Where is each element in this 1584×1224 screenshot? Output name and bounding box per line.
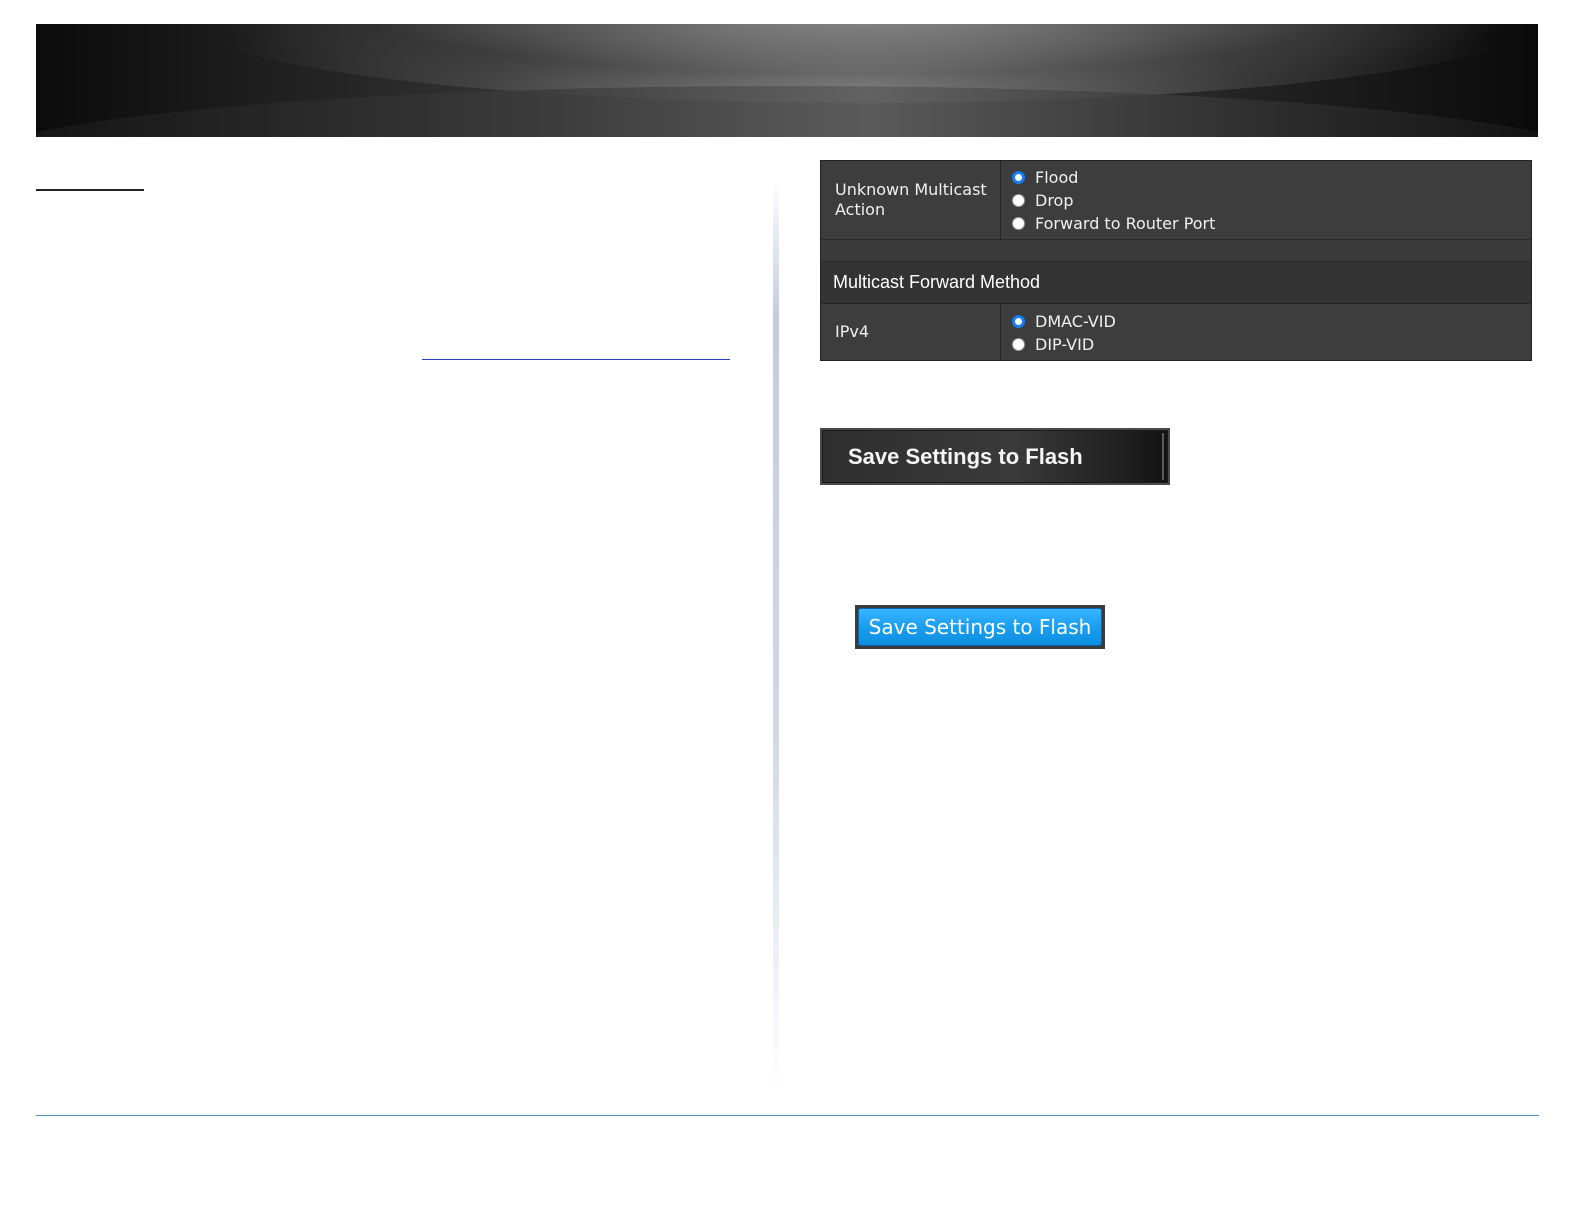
multicast-settings-panel: Unknown Multicast Action Flood Drop Forw…	[820, 160, 1532, 361]
radio-forward-to-router-port[interactable]	[1012, 217, 1025, 230]
radio-option-dmac-vid[interactable]: DMAC-VID	[1012, 310, 1531, 333]
ipv4-row: IPv4 DMAC-VID DIP-VID	[821, 304, 1531, 360]
footer-divider	[36, 1115, 1539, 1116]
radio-dip-vid[interactable]	[1012, 338, 1025, 351]
banner-swoosh	[36, 86, 1538, 137]
ipv4-label: IPv4	[821, 304, 1001, 360]
radio-option-forward-to-router-port[interactable]: Forward to Router Port	[1012, 212, 1531, 235]
button-edge	[1162, 433, 1164, 480]
link-underline[interactable]	[422, 359, 730, 360]
multicast-forward-method-header: Multicast Forward Method	[821, 262, 1531, 304]
radio-dmac-vid-label: DMAC-VID	[1035, 312, 1116, 331]
radio-option-flood[interactable]: Flood	[1012, 166, 1531, 189]
save-settings-to-flash-button[interactable]: Save Settings to Flash	[858, 608, 1102, 646]
row-spacer	[821, 240, 1531, 262]
heading-underline	[36, 189, 144, 191]
radio-flood-label: Flood	[1035, 168, 1079, 187]
radio-forward-to-router-port-label: Forward to Router Port	[1035, 214, 1216, 233]
save-button-frame: Save Settings to Flash	[855, 605, 1105, 649]
multicast-forward-method-title: Multicast Forward Method	[833, 272, 1041, 292]
unknown-multicast-action-options: Flood Drop Forward to Router Port	[1002, 161, 1531, 239]
radio-flood[interactable]	[1012, 171, 1025, 184]
radio-option-dip-vid[interactable]: DIP-VID	[1012, 333, 1531, 356]
unknown-multicast-action-label: Unknown Multicast Action	[821, 161, 1001, 239]
radio-drop-label: Drop	[1035, 191, 1074, 210]
radio-drop[interactable]	[1012, 194, 1025, 207]
radio-option-drop[interactable]: Drop	[1012, 189, 1531, 212]
save-settings-to-flash-menu-button[interactable]: Save Settings to Flash	[820, 428, 1170, 485]
header-banner	[36, 24, 1538, 137]
column-divider	[773, 180, 779, 1090]
radio-dip-vid-label: DIP-VID	[1035, 335, 1095, 354]
unknown-multicast-action-row: Unknown Multicast Action Flood Drop Forw…	[821, 161, 1531, 240]
save-settings-to-flash-menu-label: Save Settings to Flash	[848, 443, 1083, 469]
ipv4-options: DMAC-VID DIP-VID	[1002, 304, 1531, 360]
radio-dmac-vid[interactable]	[1012, 315, 1025, 328]
